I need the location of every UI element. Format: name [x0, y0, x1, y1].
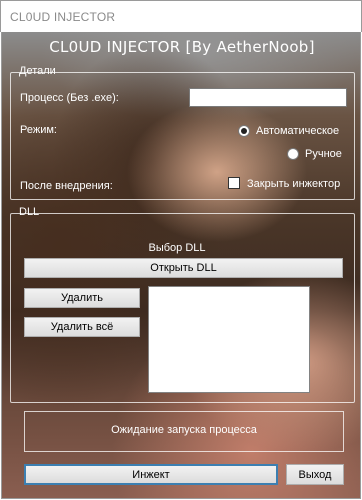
mode-auto-radio-dot: [241, 128, 247, 134]
mode-manual-radio[interactable]: [287, 148, 299, 160]
mode-auto-label[interactable]: Автоматическое: [256, 125, 339, 137]
close-injector-label[interactable]: Закрыть инжектор: [247, 178, 340, 190]
process-label: Процесс (Без .exe):: [20, 92, 119, 104]
delete-button[interactable]: Удалить: [24, 288, 140, 308]
dll-listbox[interactable]: [148, 286, 310, 393]
mode-auto-radio[interactable]: [238, 125, 250, 137]
title-bar: CL0UD INJECTOR: [0, 0, 362, 32]
main-window: CL0UD INJECTOR [By AetherNoob] Детали Пр…: [1, 32, 361, 499]
after-inject-label: После внедрения:: [20, 180, 113, 192]
close-injector-checkbox[interactable]: [228, 177, 240, 189]
delete-all-button[interactable]: Удалить всё: [24, 317, 140, 337]
app-header-title: CL0UD INJECTOR [By AetherNoob]: [49, 38, 315, 56]
details-legend: Детали: [19, 65, 56, 77]
mode-label: Режим:: [20, 124, 57, 136]
mode-manual-label[interactable]: Ручное: [305, 148, 342, 160]
process-input-value: [190, 91, 193, 103]
window-title: CL0UD INJECTOR: [10, 10, 116, 24]
dll-select-label: Выбор DLL: [148, 242, 206, 254]
process-input[interactable]: [189, 88, 347, 107]
status-text: Ожидание запуска процесса: [111, 424, 257, 436]
inject-button[interactable]: Инжект: [24, 464, 278, 485]
dll-legend: DLL: [19, 206, 40, 218]
open-dll-button[interactable]: Открыть DLL: [24, 258, 343, 278]
exit-button[interactable]: Выход: [286, 464, 344, 485]
